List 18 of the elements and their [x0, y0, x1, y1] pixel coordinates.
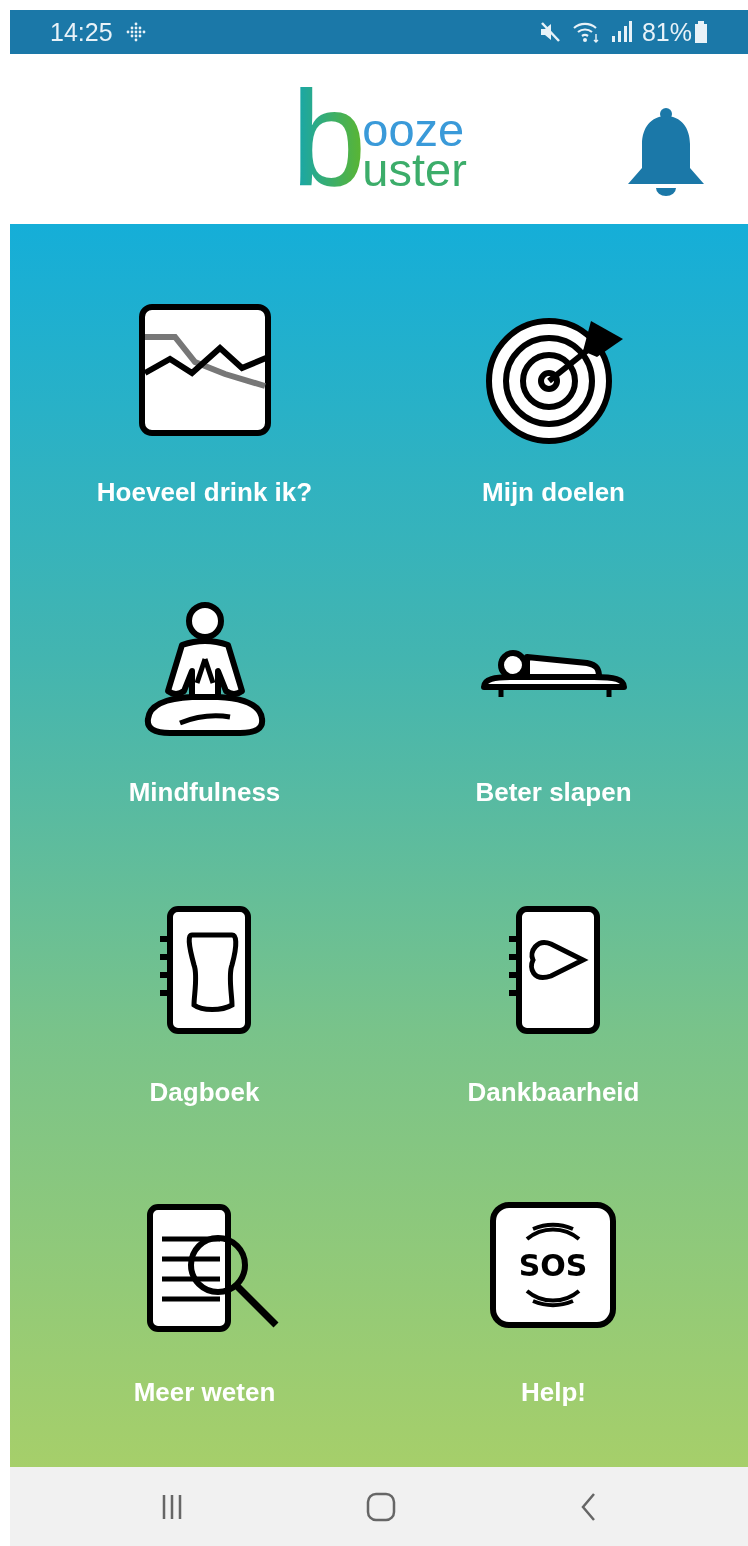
menu-item[interactable]: Dankbaarheid — [379, 899, 728, 1108]
signal-icon — [609, 20, 632, 44]
menu-item[interactable]: Mindfulness — [30, 599, 379, 808]
menu-item[interactable]: Meer weten — [30, 1199, 379, 1408]
logo-word: ooze — [362, 109, 465, 150]
bell-icon[interactable] — [626, 106, 706, 198]
menu-item[interactable]: Mijn doelen — [379, 299, 728, 508]
dot-grid-icon — [124, 21, 147, 43]
logo-word: uster — [362, 149, 467, 190]
battery-icon — [694, 20, 708, 44]
menu-item[interactable]: Beter slapen — [379, 599, 728, 808]
home-icon[interactable] — [365, 1490, 397, 1523]
menu-item[interactable]: Hoeveel drink ik? — [30, 299, 379, 508]
menu-item[interactable]: SOS Help! — [379, 1199, 728, 1408]
battery-percent: 81% — [641, 17, 692, 47]
menu-item[interactable]: Dagboek — [30, 899, 379, 1108]
wifi-icon — [571, 20, 600, 44]
clock-time: 14:25 — [50, 17, 113, 47]
